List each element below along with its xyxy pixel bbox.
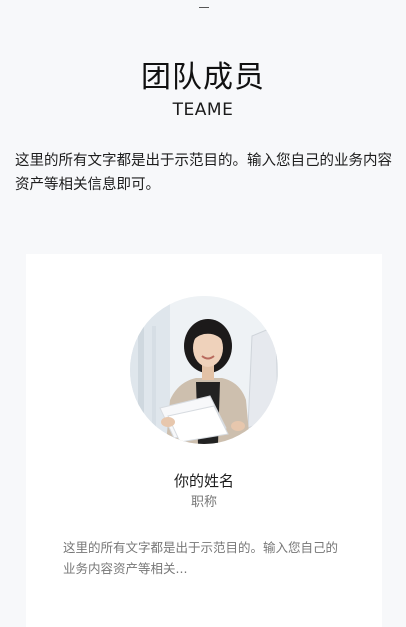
section-title: 团队成员 xyxy=(141,60,265,95)
section-subtitle: TEAME xyxy=(172,100,234,120)
top-divider xyxy=(199,7,209,8)
member-description: 这里的所有文字都是出于示范目的。输入您自己的业务内容资产等相关... xyxy=(63,540,339,576)
team-member-card[interactable]: 你的姓名 职称 这里的所有文字都是出于示范目的。输入您自己的业务内容资产等相关.… xyxy=(26,254,382,627)
person-photo-icon xyxy=(130,296,278,444)
section-intro: 这里的所有文字都是出于示范目的。输入您自己的业务内容资产等相关信息即可。 xyxy=(15,153,392,193)
member-photo[interactable] xyxy=(130,296,278,444)
member-name: 你的姓名 xyxy=(173,472,234,490)
member-role: 职称 xyxy=(190,495,217,510)
